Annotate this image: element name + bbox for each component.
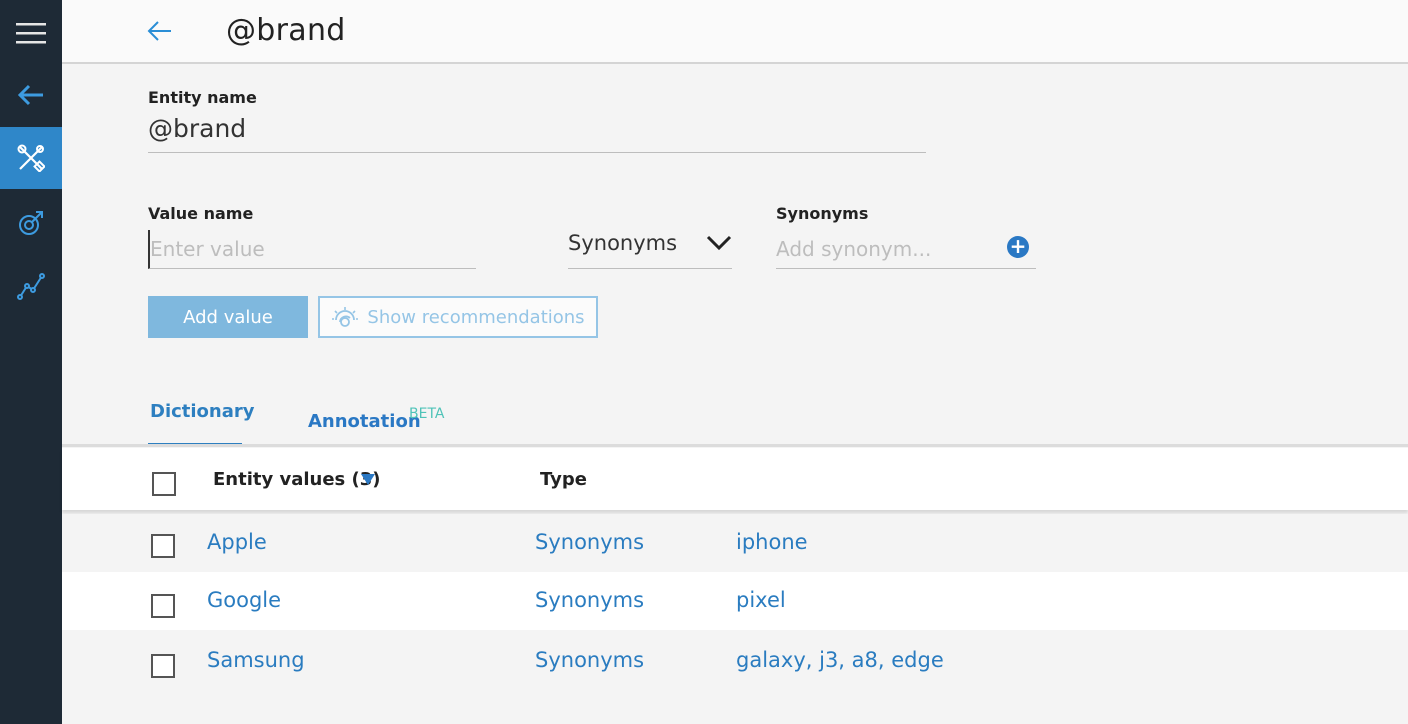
value-name-input[interactable] (148, 230, 476, 269)
column-header-type: Type (540, 469, 587, 490)
table-row[interactable]: Apple Synonyms iphone (62, 514, 1408, 572)
entity-value-link[interactable]: Apple (207, 530, 267, 554)
back-arrow-icon[interactable] (146, 17, 174, 45)
sidebar (0, 0, 62, 724)
back-arrow-icon (17, 84, 43, 106)
entity-name-label: Entity name (148, 88, 257, 107)
entity-value-type[interactable]: Synonyms (535, 648, 644, 672)
entity-value-synonyms[interactable]: pixel (736, 588, 786, 612)
show-recommendations-button[interactable]: Show recommendations (318, 296, 598, 338)
table-row[interactable]: Samsung Synonyms galaxy, j3, a8, edge (62, 630, 1408, 688)
synonym-input[interactable] (776, 230, 1036, 269)
entity-value-link[interactable]: Google (207, 588, 281, 612)
tab-annotation[interactable]: Annotation (308, 411, 421, 432)
row-checkbox[interactable] (151, 534, 175, 558)
page-header: @brand (62, 0, 1408, 64)
deploy-icon (19, 211, 43, 235)
chevron-down-icon (706, 235, 732, 251)
value-type-selected: Synonyms (568, 231, 678, 255)
entity-value-type[interactable]: Synonyms (535, 530, 644, 554)
watson-icon (332, 307, 359, 327)
entity-value-synonyms[interactable]: galaxy, j3, a8, edge (736, 648, 944, 672)
entity-value-type[interactable]: Synonyms (535, 588, 644, 612)
entity-value-synonyms[interactable]: iphone (736, 530, 808, 554)
tabs-divider (62, 444, 1408, 447)
tab-dictionary[interactable]: Dictionary (150, 401, 255, 422)
analytics-icon (17, 273, 45, 300)
row-checkbox[interactable] (151, 594, 175, 618)
menu-button[interactable] (0, 2, 62, 64)
improve-tab-button[interactable] (0, 255, 62, 317)
page-title: @brand (226, 13, 346, 48)
hamburger-menu-icon (16, 23, 46, 44)
entity-name-field[interactable]: @brand (148, 114, 926, 153)
table-row[interactable]: Google Synonyms pixel (62, 572, 1408, 630)
build-tab-button[interactable] (0, 127, 62, 189)
deploy-tab-button[interactable] (0, 192, 62, 254)
column-header-entity-values[interactable]: Entity values (3) (213, 469, 381, 490)
select-all-checkbox[interactable] (152, 472, 176, 496)
beta-badge: BETA (409, 406, 445, 422)
entity-name-value: @brand (148, 114, 247, 143)
sort-descending-icon[interactable] (361, 474, 375, 485)
row-checkbox[interactable] (151, 654, 175, 678)
add-synonym-icon[interactable]: + (1007, 236, 1029, 258)
tools-icon (17, 144, 45, 172)
add-value-button[interactable]: Add value (148, 296, 308, 338)
value-name-label: Value name (148, 204, 254, 223)
entity-value-link[interactable]: Samsung (207, 648, 305, 672)
value-type-select[interactable]: Synonyms (568, 228, 732, 269)
synonyms-label: Synonyms (776, 204, 869, 223)
back-to-workspaces-button[interactable] (0, 64, 62, 126)
show-recommendations-label: Show recommendations (367, 306, 585, 328)
